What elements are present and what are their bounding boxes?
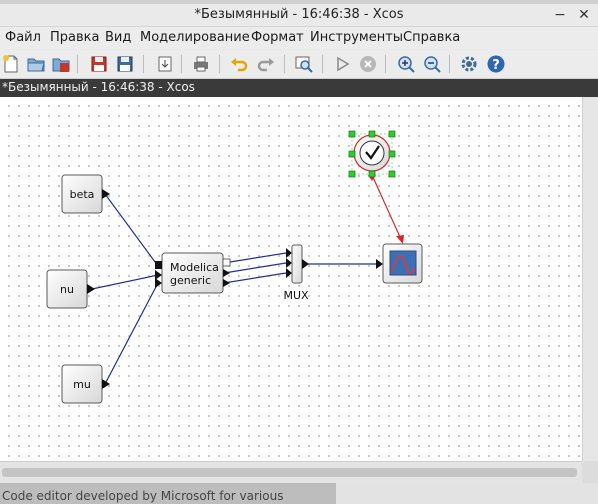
window-title: *Безымянный - 16:46:38 - Xcos [194, 7, 404, 22]
stop-icon[interactable] [358, 54, 378, 74]
menu-bar: Файл Правка Вид Моделирование Формат Инс… [0, 27, 598, 49]
close-button[interactable]: ✕ [575, 6, 593, 24]
toolbar-separator [143, 55, 144, 73]
save-icon[interactable] [89, 54, 109, 74]
input-port[interactable] [155, 278, 162, 288]
menu-file[interactable]: Файл [5, 30, 41, 45]
svg-text:?: ? [492, 58, 500, 73]
link-modelica-to-mux-2[interactable] [223, 262, 287, 274]
toolbar-separator [284, 55, 285, 73]
modelica-label-line2: generic [170, 274, 211, 287]
setup-icon[interactable] [459, 54, 479, 74]
new-diagram-icon[interactable] [1, 54, 21, 74]
menu-format[interactable]: Формат [251, 30, 304, 45]
open-in-scilab-icon[interactable] [51, 54, 71, 74]
block-nu-label: nu [60, 283, 74, 296]
block-beta-label: beta [70, 188, 95, 201]
diagram-tab-title: *Безымянный - 16:46:38 - Xcos [2, 80, 195, 94]
help-icon[interactable]: ? [486, 54, 506, 74]
start-icon[interactable] [332, 54, 352, 74]
toolbar-separator [449, 55, 450, 73]
diagram-svg: beta nu mu Modelica generic MUX [46, 130, 423, 404]
background-text: Code editor developed by Microsoft for v… [2, 489, 284, 503]
diagram-canvas[interactable]: beta nu mu Modelica generic MUX [0, 97, 582, 461]
fit-diagram-icon[interactable] [294, 54, 314, 74]
output-port[interactable] [223, 269, 230, 277]
toolbar-separator [322, 55, 323, 73]
toolbar-separator [77, 55, 78, 73]
print-icon[interactable] [191, 54, 211, 74]
menu-simulation[interactable]: Моделирование [140, 30, 250, 45]
minimize-button[interactable]: − [551, 6, 569, 24]
toolbar-separator [181, 55, 182, 73]
output-port[interactable] [102, 379, 110, 389]
export-icon[interactable] [155, 54, 175, 74]
block-mu[interactable]: mu [61, 364, 110, 404]
block-beta[interactable]: beta [61, 174, 110, 214]
horizontal-scrollbar[interactable] [0, 461, 598, 484]
link-modelica-to-mux-3[interactable] [223, 272, 287, 284]
save-as-icon[interactable] [115, 54, 135, 74]
input-port[interactable] [286, 248, 292, 258]
zoom-out-icon[interactable] [422, 54, 442, 74]
window-titlebar: *Безымянный - 16:46:38 - Xcos − ✕ [0, 4, 598, 27]
link-mu-to-modelica[interactable] [104, 282, 159, 385]
block-nu[interactable]: nu [46, 269, 95, 309]
redo-icon[interactable] [256, 54, 276, 74]
output-port[interactable] [302, 259, 309, 269]
toolbar-separator [219, 55, 220, 73]
link-modelica-to-mux-1[interactable] [229, 252, 287, 263]
output-port[interactable] [222, 258, 231, 267]
input-port[interactable] [286, 258, 292, 268]
menu-tools[interactable]: Инструменты [310, 30, 403, 45]
event-link-clock-to-scope[interactable] [371, 174, 404, 244]
background-panel [336, 483, 598, 504]
block-mux[interactable]: MUX [283, 244, 309, 302]
mux-label: MUX [283, 289, 309, 302]
input-port[interactable] [155, 261, 162, 269]
link-beta-to-modelica[interactable] [104, 193, 159, 267]
clock-icon [359, 140, 385, 166]
modelica-label-line1: Modelica [170, 261, 219, 274]
output-port[interactable] [102, 189, 110, 199]
block-mu-label: mu [73, 378, 91, 391]
output-port[interactable] [223, 279, 230, 287]
undo-icon[interactable] [229, 54, 249, 74]
input-port[interactable] [155, 270, 162, 280]
link-nu-to-modelica[interactable] [91, 274, 159, 290]
background-window-strip: Code editor developed by Microsoft for v… [0, 483, 598, 504]
zoom-in-icon[interactable] [396, 54, 416, 74]
diagram-tab-header[interactable]: *Безымянный - 16:46:38 - Xcos [0, 79, 598, 97]
input-port[interactable] [286, 268, 292, 278]
input-port[interactable] [376, 259, 383, 269]
toolbar: ? [0, 50, 598, 79]
toolbar-separator [385, 55, 386, 73]
menu-edit[interactable]: Правка [50, 30, 99, 45]
vertical-scrollbar[interactable] [582, 97, 598, 461]
block-clock[interactable] [348, 130, 396, 181]
block-scope[interactable] [376, 243, 423, 284]
menu-help[interactable]: Справка [403, 30, 460, 45]
horizontal-scrollbar-thumb[interactable] [2, 468, 577, 477]
block-modelica-generic[interactable]: Modelica generic [155, 252, 231, 294]
open-icon[interactable] [26, 54, 46, 74]
menu-view[interactable]: Вид [105, 30, 131, 45]
output-port[interactable] [87, 284, 95, 294]
scroll-corner [582, 461, 598, 483]
